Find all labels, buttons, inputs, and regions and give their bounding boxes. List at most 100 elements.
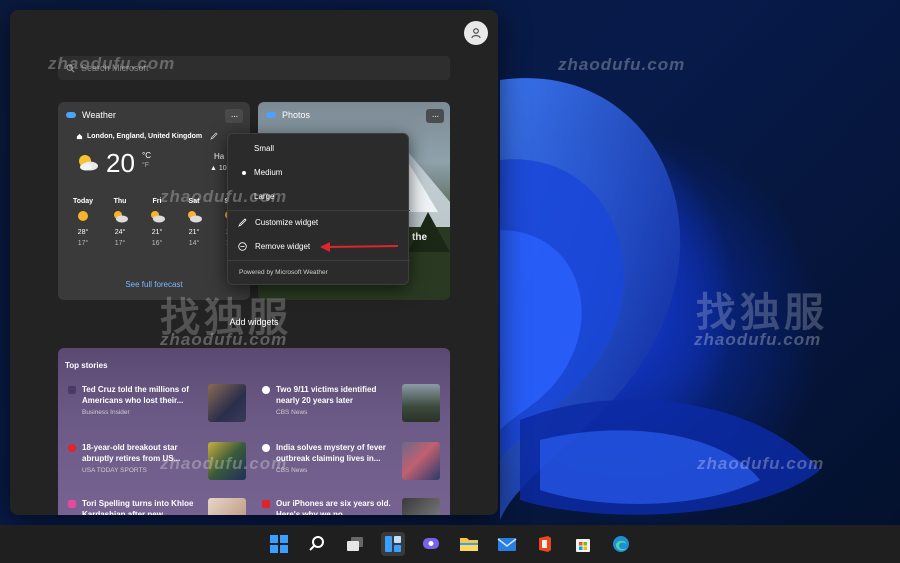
- office-icon: [539, 536, 551, 552]
- unit-fahrenheit[interactable]: °F: [142, 162, 149, 169]
- edge-icon: [613, 536, 629, 552]
- story-item[interactable]: Tori Spelling turns into Khloe Kardashia…: [68, 498, 258, 515]
- partly-cloudy-icon: [114, 211, 128, 223]
- store-button[interactable]: [571, 532, 595, 556]
- menu-item-medium-label: Medium: [254, 168, 283, 177]
- story-item[interactable]: Our iPhones are six years old. Here's wh…: [262, 498, 452, 515]
- story-thumbnail: [402, 442, 440, 480]
- weather-app-icon: [66, 112, 76, 118]
- partly-cloudy-icon: [151, 211, 165, 223]
- weather-detail-label: Ha: [214, 152, 225, 161]
- weather-title: Weather: [82, 110, 116, 120]
- story-source: CBS News: [276, 409, 308, 416]
- watermark-text: zhaodufu.com: [48, 54, 176, 73]
- forecast-high: 28°: [77, 229, 89, 236]
- mail-button[interactable]: [495, 532, 519, 556]
- home-icon: [76, 133, 83, 139]
- pencil-icon: [238, 218, 247, 227]
- watermark-text: zhaodufu.com: [160, 454, 288, 473]
- forecast-day[interactable]: Thu 24° 17°: [105, 198, 135, 247]
- widgets-button[interactable]: [381, 532, 405, 556]
- annotation-arrow-icon: [320, 242, 399, 252]
- forecast-low: 16°: [151, 240, 163, 247]
- widget-context-menu: Small Medium Large Customize widget Remo…: [227, 133, 410, 285]
- chat-icon: [423, 538, 439, 549]
- source-icon: [262, 500, 270, 508]
- photo-caption: the: [412, 232, 427, 243]
- watermark-text: zhaodufu.com: [160, 187, 288, 206]
- story-thumbnail: [402, 384, 440, 422]
- menu-divider: [228, 210, 410, 211]
- menu-item-medium[interactable]: Medium: [242, 168, 282, 177]
- weather-widget-header: Weather: [66, 110, 116, 120]
- story-headline: Two 9/11 victims identified nearly 20 ye…: [276, 385, 377, 405]
- cbs-logo-icon: [262, 386, 270, 394]
- forecast-day[interactable]: Today 28° 17°: [68, 198, 98, 247]
- weather-detail-number: 10: [218, 165, 227, 172]
- forecast-day-name: Thu: [113, 198, 127, 205]
- file-explorer-icon: [460, 538, 478, 551]
- onedrive-icon: [266, 112, 276, 118]
- start-icon: [270, 535, 288, 553]
- partly-cloudy-icon: [188, 211, 202, 223]
- top-stories-title: Top stories: [65, 361, 108, 370]
- user-avatar[interactable]: [464, 21, 488, 45]
- raindrop-icon: ▲: [210, 165, 217, 172]
- edge-button[interactable]: [609, 532, 633, 556]
- remove-circle-icon: [238, 242, 247, 251]
- watermark-text: zhaodufu.com: [697, 454, 825, 473]
- edit-icon[interactable]: [210, 132, 218, 140]
- forecast-low: 17°: [77, 240, 89, 247]
- forecast-low: 14°: [188, 240, 200, 247]
- story-source: USA TODAY SPORTS: [82, 467, 147, 474]
- menu-divider: [228, 260, 410, 261]
- taskbar-search-button[interactable]: [305, 532, 329, 556]
- story-headline: Tori Spelling turns into Khloe Kardashia…: [82, 499, 194, 515]
- watermark-cn: 找独服: [696, 291, 828, 335]
- store-icon: [576, 539, 590, 552]
- photos-title: Photos: [282, 110, 311, 120]
- current-temperature: 20: [106, 148, 135, 178]
- story-item[interactable]: India solves mystery of fever outbreak c…: [262, 442, 452, 486]
- unit-celsius[interactable]: °C: [142, 151, 151, 160]
- menu-item-small[interactable]: Small: [254, 144, 274, 153]
- cbs-logo-icon: [262, 444, 270, 452]
- source-icon: [68, 500, 76, 508]
- weather-more-options-button[interactable]: ···: [225, 109, 243, 123]
- forecast-high: 24°: [114, 229, 126, 236]
- story-thumbnail: [208, 498, 246, 515]
- story-item[interactable]: Two 9/11 victims identified nearly 20 ye…: [262, 384, 452, 428]
- start-button[interactable]: [267, 532, 291, 556]
- sun-icon: [78, 211, 88, 221]
- forecast-low: 17°: [114, 240, 126, 247]
- office-button[interactable]: [533, 532, 557, 556]
- file-explorer-button[interactable]: [457, 532, 481, 556]
- top-stories-widget: Top stories Ted Cruz told the millions o…: [58, 348, 450, 515]
- photos-widget-header: Photos: [266, 110, 310, 120]
- usa-today-icon: [68, 444, 76, 452]
- weather-location[interactable]: London, England, United Kingdom: [76, 132, 218, 140]
- story-headline: India solves mystery of fever outbreak c…: [276, 443, 386, 463]
- story-source: Business Insider: [82, 409, 130, 416]
- taskbar: [0, 525, 900, 563]
- user-icon: [471, 28, 481, 39]
- menu-powered-by: Powered by Microsoft Weather: [239, 269, 328, 276]
- watermark-cn: 找独服: [160, 296, 292, 340]
- search-icon: [309, 536, 324, 551]
- menu-item-remove[interactable]: Remove widget: [238, 242, 310, 251]
- menu-item-small-label: Small: [254, 144, 275, 153]
- weather-location-label: London, England, United Kingdom: [87, 132, 203, 140]
- story-thumbnail: [402, 498, 440, 515]
- menu-item-customize[interactable]: Customize widget: [238, 218, 318, 227]
- selected-dot-icon: [242, 170, 246, 175]
- task-view-button[interactable]: [343, 532, 367, 556]
- current-weather-icon: [79, 155, 98, 171]
- story-thumbnail: [208, 384, 246, 422]
- more-options-icon: ···: [431, 110, 440, 122]
- photos-more-options-button[interactable]: ···: [426, 109, 444, 123]
- watermark-text: zhaodufu.com: [558, 55, 686, 74]
- forecast-day-name: Today: [72, 198, 94, 205]
- story-item[interactable]: Ted Cruz told the millions of Americans …: [68, 384, 258, 428]
- widgets-icon: [385, 536, 401, 552]
- chat-button[interactable]: [419, 532, 443, 556]
